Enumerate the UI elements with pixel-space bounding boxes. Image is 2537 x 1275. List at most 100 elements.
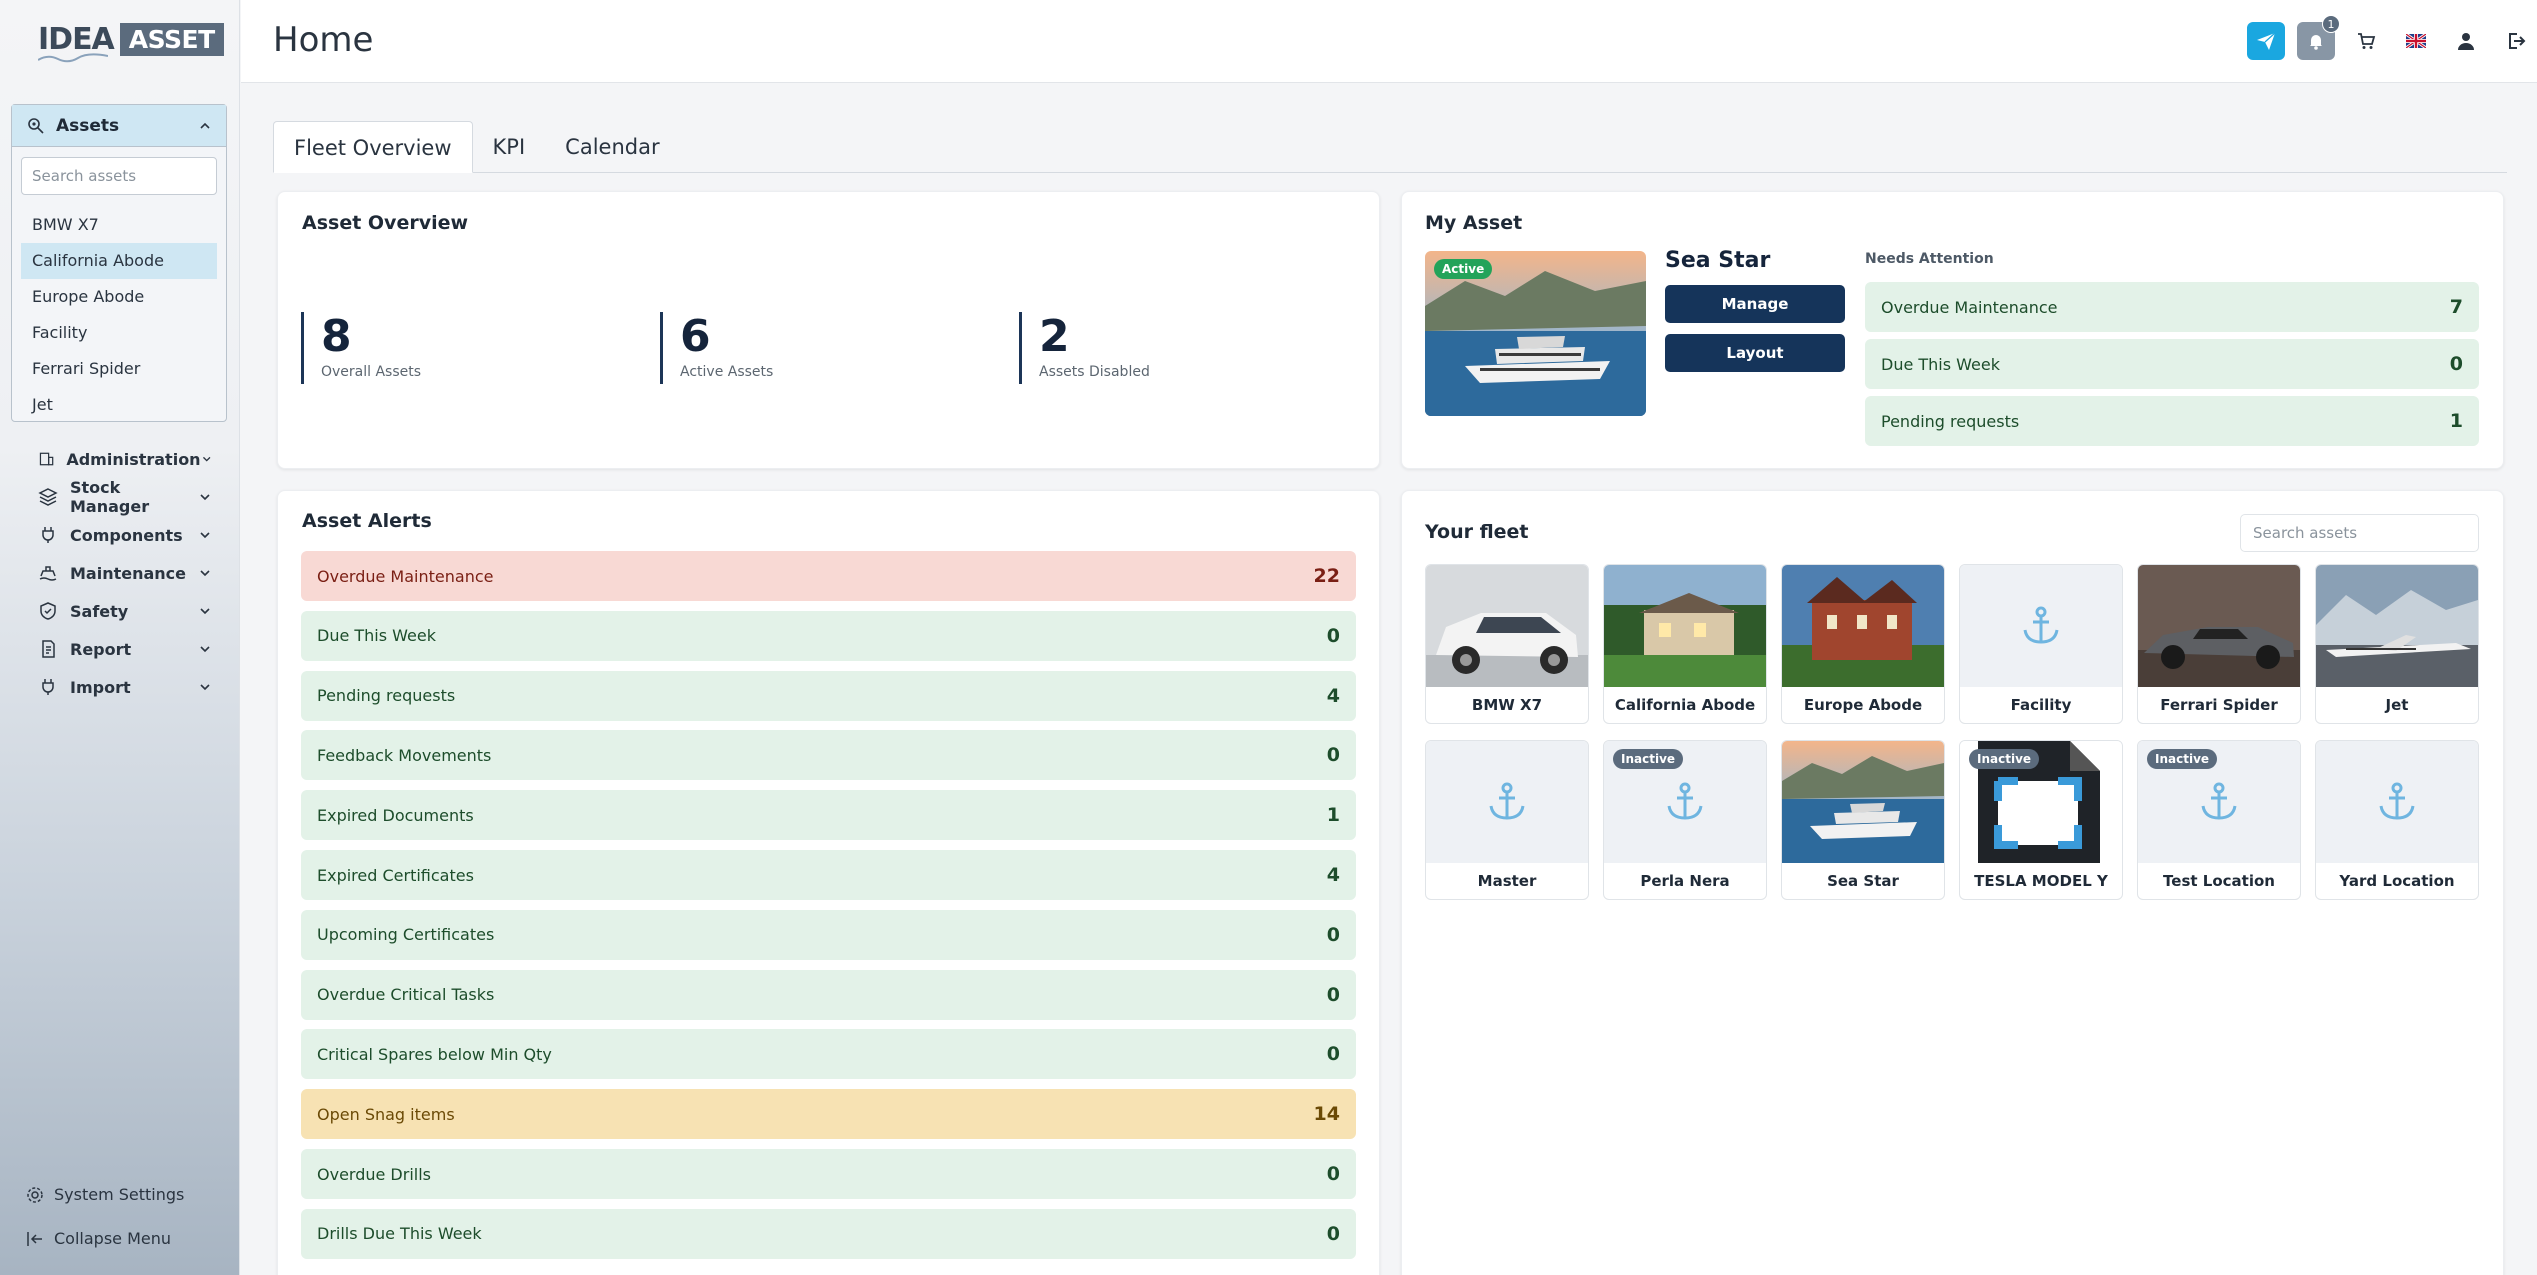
fleet-thumbnail: [1960, 565, 2122, 687]
attention-due-this-week[interactable]: Due This Week 0: [1865, 339, 2479, 389]
sidebar-item-report[interactable]: Report: [0, 630, 240, 668]
fleet-card-master[interactable]: Master: [1425, 740, 1589, 900]
fleet-item-name: Test Location: [2163, 872, 2275, 890]
attention-value: 7: [2449, 296, 2463, 318]
fleet-card-california-abode[interactable]: California Abode: [1603, 564, 1767, 724]
sidebar-item-administration[interactable]: Administration: [0, 440, 240, 478]
building-icon: [39, 452, 54, 466]
asset-list-item[interactable]: BMW X7: [12, 207, 226, 243]
stat-value: 6: [680, 311, 711, 362]
alert-value: 0: [1326, 1222, 1340, 1245]
manage-button[interactable]: Manage: [1665, 285, 1845, 323]
layout-button[interactable]: Layout: [1665, 334, 1845, 372]
chevron-up-icon[interactable]: [198, 119, 212, 133]
asset-list-item[interactable]: Facility: [12, 315, 226, 351]
profile-button[interactable]: [2447, 22, 2485, 60]
alert-expired-certificates[interactable]: Expired Certificates 4: [301, 850, 1356, 900]
sidebar-item-label: Import: [70, 677, 131, 697]
fleet-thumbnail: [1426, 741, 1588, 863]
alert-value: 0: [1326, 624, 1340, 647]
assets-search-input[interactable]: [32, 167, 226, 185]
assets-section-header[interactable]: Assets: [12, 105, 226, 147]
alert-drills-due-this-week[interactable]: Drills Due This Week 0: [301, 1208, 1356, 1259]
alert-overdue-maintenance[interactable]: Overdue Maintenance 22: [301, 551, 1356, 601]
alert-pending-requests[interactable]: Pending requests 4: [301, 670, 1356, 721]
alert-label: Due This Week: [317, 626, 437, 646]
fleet-card-facility[interactable]: Facility: [1959, 564, 2123, 724]
asset-list-item[interactable]: California Abode: [21, 243, 217, 279]
asset-list-item[interactable]: Ferrari Spider: [12, 351, 226, 387]
alert-upcoming-certificates[interactable]: Upcoming Certificates 0: [301, 909, 1356, 960]
notifications-button[interactable]: 1: [2297, 15, 2340, 60]
attention-overdue-maintenance[interactable]: Overdue Maintenance 7: [1865, 282, 2479, 332]
system-settings-link[interactable]: System Settings: [26, 1185, 184, 1204]
alert-value: 0: [1326, 923, 1340, 946]
fleet-search-input[interactable]: [2253, 524, 2466, 542]
fleet-card-bmw-x7[interactable]: BMW X7: [1425, 564, 1589, 724]
fleet-thumbnail: [2138, 565, 2300, 687]
sidebar-item-label: Report: [70, 639, 132, 659]
cart-button[interactable]: [2347, 22, 2385, 60]
fleet-card-jet[interactable]: Jet: [2315, 564, 2479, 724]
fleet-card-test-location[interactable]: Inactive Test Location: [2137, 740, 2301, 900]
alert-overdue-drills[interactable]: Overdue Drills 0: [301, 1149, 1356, 1199]
sidebar-item-stock-manager[interactable]: Stock Manager: [0, 478, 240, 516]
chevron-down-icon: [200, 646, 210, 653]
fleet-item-name: Europe Abode: [1803, 696, 1923, 714]
sidebar-item-label: Administration: [66, 449, 201, 469]
stat-assets-disabled: 2 Assets Disabled: [1019, 312, 1150, 384]
alert-label: Overdue Drills: [317, 1164, 431, 1184]
fleet-card-ferrari-spider[interactable]: Ferrari Spider: [2137, 564, 2301, 724]
asset-list-item[interactable]: Jet: [12, 387, 226, 423]
alert-value: 0: [1326, 1163, 1340, 1185]
fleet-thumbnail: [2316, 565, 2478, 687]
language-button[interactable]: [2397, 22, 2435, 60]
fleet-thumbnail: [2316, 741, 2478, 863]
sidebar-item-import[interactable]: Import: [0, 668, 240, 706]
assets-search-box: [21, 157, 226, 195]
sidebar-item-label: Stock Manager: [70, 478, 150, 516]
alert-open-snag-items[interactable]: Open Snag items 14: [301, 1089, 1356, 1140]
tab-calendar[interactable]: Calendar: [545, 121, 679, 173]
fleet-card-europe-abode[interactable]: Europe Abode: [1781, 564, 1945, 724]
chevron-down-icon: [202, 456, 211, 462]
sidebar-item-label: Safety: [70, 601, 129, 621]
user-icon: [2458, 33, 2474, 50]
header-actions: 1: [2235, 15, 2537, 60]
chevron-down-icon: [200, 570, 210, 577]
fleet-item-name: Perla Nera: [1640, 872, 1730, 890]
inactive-badge: Inactive: [2147, 749, 2218, 769]
send-button[interactable]: [2247, 22, 2285, 60]
alert-label: Critical Spares below Min Qty: [317, 1044, 552, 1064]
chevron-down-icon: [200, 532, 210, 539]
sidebar-item-maintenance[interactable]: Maintenance: [0, 554, 240, 592]
anchor-icon: [1489, 782, 1525, 820]
alert-due-this-week[interactable]: Due This Week 0: [301, 610, 1356, 661]
alert-overdue-critical-tasks[interactable]: Overdue Critical Tasks 0: [301, 969, 1356, 1020]
alert-value: 1: [1326, 804, 1340, 827]
alert-feedback-movements[interactable]: Feedback Movements 0: [301, 730, 1356, 781]
tab-kpi[interactable]: KPI: [473, 121, 546, 173]
attention-pending-requests[interactable]: Pending requests 1: [1865, 396, 2479, 446]
sidebar-item-safety[interactable]: Safety: [0, 592, 240, 630]
my-asset-image[interactable]: Active: [1425, 251, 1646, 416]
logout-button[interactable]: [2497, 22, 2535, 60]
app-logo[interactable]: IDEA ASSET: [38, 22, 224, 63]
car-photo: [1426, 565, 1588, 687]
tab-fleet-overview[interactable]: Fleet Overview: [273, 121, 473, 173]
fleet-item-name: Yard Location: [2339, 872, 2455, 890]
asset-list-item[interactable]: Europe Abode: [12, 279, 226, 315]
stat-label: Assets Disabled: [1039, 364, 1150, 380]
my-asset-title: My Asset: [1425, 212, 1523, 234]
fleet-card-yard-location[interactable]: Yard Location: [2315, 740, 2479, 900]
alert-critical-spares-below-min-qty[interactable]: Critical Spares below Min Qty 0: [301, 1029, 1356, 1080]
fleet-card-perla-nera[interactable]: Inactive Perla Nera: [1603, 740, 1767, 900]
layers-icon: [38, 488, 58, 506]
sidebar-item-components[interactable]: Components: [0, 516, 240, 554]
fleet-card-tesla-model-y[interactable]: Inactive TESLA MODEL Y: [1959, 740, 2123, 900]
alert-value: 14: [1313, 1103, 1340, 1126]
fleet-card-sea-star[interactable]: Sea Star: [1781, 740, 1945, 900]
collapse-menu-link[interactable]: Collapse Menu: [26, 1229, 171, 1248]
alert-expired-documents[interactable]: Expired Documents 1: [301, 790, 1356, 841]
fleet-thumbnail: Inactive: [1960, 741, 2122, 863]
